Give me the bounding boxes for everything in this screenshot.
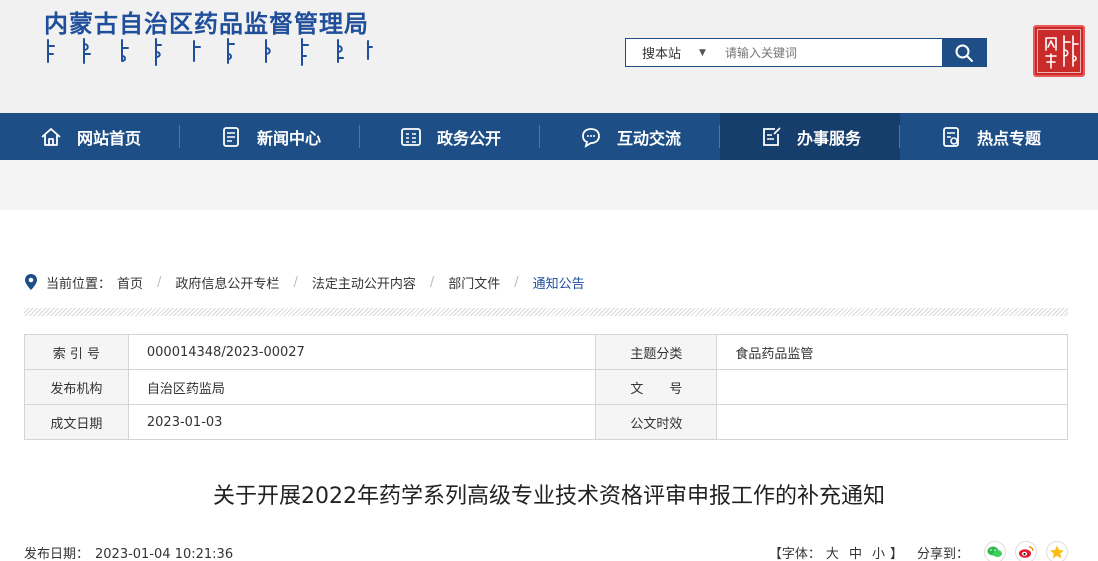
font-size-open: 【字体： xyxy=(768,546,821,561)
nav-item-news[interactable]: 新闻中心 xyxy=(180,113,360,160)
nav-label: 政务公开 xyxy=(436,128,501,148)
qzone-share-button[interactable] xyxy=(1046,541,1068,561)
breadcrumb-item-current[interactable]: 通知公告 xyxy=(533,273,585,292)
search-icon xyxy=(955,44,973,62)
meta-value: 自治区药监局 xyxy=(127,369,597,405)
main-nav: 网站首页 新闻中心 政务公开 互动交流 办事服务 热点专题 xyxy=(0,113,1098,160)
wechat-icon xyxy=(987,546,1002,558)
meta-value: 食品药品监管 xyxy=(716,334,1068,370)
article-title: 关于开展2022年药学系列高级专业技术资格评审申报工作的补充通知 xyxy=(213,484,885,509)
service-icon xyxy=(763,126,781,146)
font-size-medium-button[interactable]: 中 xyxy=(849,547,862,561)
site-title[interactable]: 内蒙古自治区药品监督管理局 xyxy=(44,4,369,39)
search-scope-select[interactable]: 搜本站 ▼ xyxy=(626,39,721,66)
breadcrumb-item[interactable]: 政府信息公开专栏 xyxy=(175,273,279,292)
nav-label: 办事服务 xyxy=(796,128,861,148)
breadcrumb-item[interactable]: 法定主动公开内容 xyxy=(312,273,416,292)
meta-label: 发布机构 xyxy=(24,369,129,405)
topic-icon xyxy=(943,126,959,147)
search-button[interactable] xyxy=(942,39,986,66)
publish-date-value: 2023-01-04 10:21:36 xyxy=(95,547,234,561)
nav-item-home[interactable]: 网站首页 xyxy=(0,113,180,160)
meta-label: 主题分类 xyxy=(595,334,718,370)
breadcrumb: 当前位置： 首页 / 政府信息公开专栏 / 法定主动公开内容 / 部门文件 / … xyxy=(24,272,585,292)
breadcrumb-separator: / xyxy=(514,274,519,290)
font-size-close: 】 xyxy=(889,546,903,561)
wechat-share-button[interactable] xyxy=(984,541,1006,561)
article-info-bar: 发布日期： 2023-01-04 10:21:36 【字体： 大中小】 分享到： xyxy=(24,541,1068,561)
nav-item-gov-info[interactable]: 政务公开 xyxy=(360,113,540,160)
nav-item-interaction[interactable]: 互动交流 xyxy=(540,113,720,160)
nav-item-topics[interactable]: 热点专题 xyxy=(900,113,1080,160)
search-input[interactable] xyxy=(721,39,942,66)
mongolian-script-logo xyxy=(47,38,373,66)
star-icon xyxy=(1050,545,1064,559)
meta-label: 公文时效 xyxy=(595,404,718,440)
breadcrumb-prefix: 当前位置： xyxy=(46,276,112,292)
share-label: 分享到： xyxy=(916,546,969,561)
table-row: 成文日期 2023-01-03 公文时效 xyxy=(24,404,1068,440)
meta-value: 000014348/2023-00027 xyxy=(127,334,597,370)
publish-date-label: 发布日期： xyxy=(24,547,90,561)
nav-label: 互动交流 xyxy=(616,128,681,148)
nav-item-service[interactable]: 办事服务 xyxy=(720,113,900,160)
chat-icon xyxy=(582,127,600,148)
font-size-small-button[interactable]: 小 xyxy=(872,547,885,561)
font-size-large-button[interactable]: 大 xyxy=(826,547,839,561)
banner-band xyxy=(0,160,1098,210)
location-pin-icon xyxy=(25,274,37,290)
meta-label: 索 引 号 xyxy=(24,334,129,370)
doc-meta-table: 索 引 号 000014348/2023-00027 主题分类 食品药品监管 发… xyxy=(24,334,1068,440)
table-row: 发布机构 自治区药监局 文 号 xyxy=(24,369,1068,405)
meta-label: 文 号 xyxy=(595,369,718,405)
search-box: 搜本站 ▼ xyxy=(625,38,987,67)
meta-value xyxy=(716,404,1068,440)
news-icon xyxy=(223,126,239,147)
seal-logo xyxy=(1033,25,1085,77)
font-size-control: 【字体： 大中小】 xyxy=(769,543,903,561)
breadcrumb-separator: / xyxy=(429,274,435,290)
breadcrumb-separator: / xyxy=(157,274,162,290)
publish-date: 发布日期： 2023-01-04 10:21:36 xyxy=(24,543,233,561)
caret-down-icon: ▼ xyxy=(699,47,706,58)
meta-value xyxy=(716,369,1068,405)
meta-value: 2023-01-03 xyxy=(127,404,597,440)
article-tools: 【字体： 大中小】 分享到： xyxy=(769,541,1068,561)
home-icon xyxy=(41,127,61,146)
nav-label: 新闻中心 xyxy=(256,128,321,148)
breadcrumb-item[interactable]: 首页 xyxy=(117,273,143,292)
table-row: 索 引 号 000014348/2023-00027 主题分类 食品药品监管 xyxy=(24,334,1068,370)
nav-label: 热点专题 xyxy=(976,128,1041,148)
breadcrumb-separator: / xyxy=(293,274,298,290)
meta-label: 成文日期 xyxy=(24,404,129,440)
hatch-divider xyxy=(24,308,1068,316)
weibo-share-button[interactable] xyxy=(1015,541,1037,561)
search-scope-label: 搜本站 xyxy=(642,47,682,62)
breadcrumb-item[interactable]: 部门文件 xyxy=(448,273,500,292)
site-header: 内蒙古自治区药品监督管理局 搜本站 ▼ xyxy=(0,0,1098,113)
gov-info-icon xyxy=(401,127,421,146)
weibo-icon xyxy=(1019,546,1034,558)
nav-label: 网站首页 xyxy=(76,128,141,148)
